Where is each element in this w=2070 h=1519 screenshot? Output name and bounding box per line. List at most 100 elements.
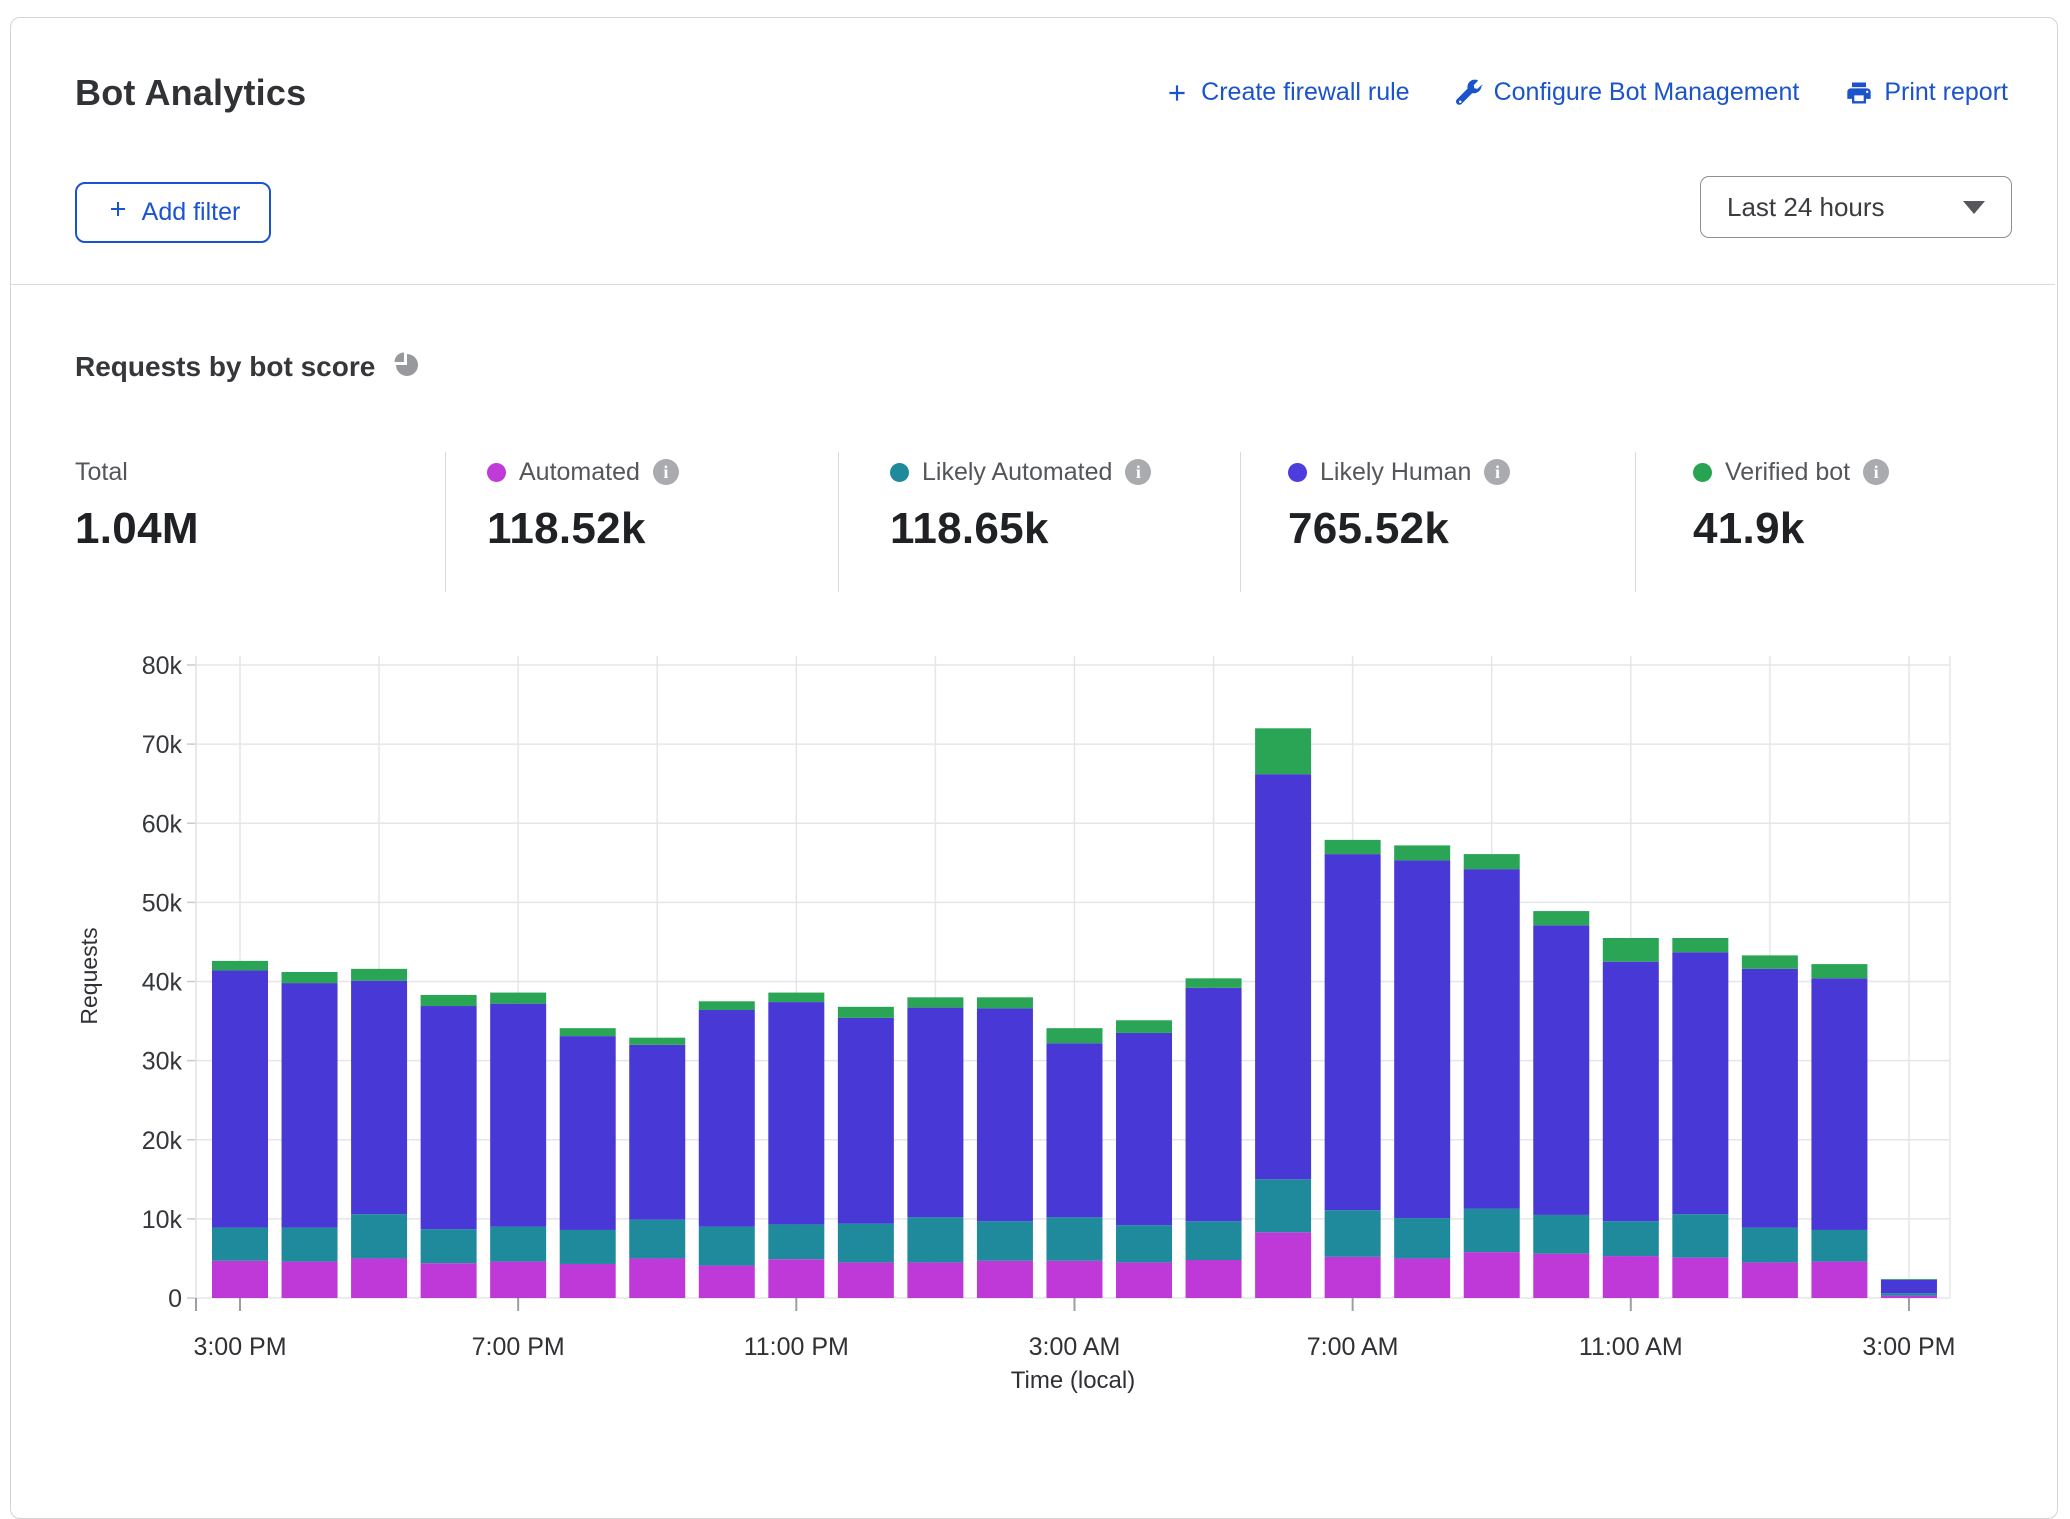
- bar-segment-automated-23[interactable]: [1811, 1262, 1867, 1298]
- bar-segment-likely-human-9[interactable]: [838, 1018, 894, 1224]
- bar-segment-automated-16[interactable]: [1325, 1257, 1381, 1298]
- bar-segment-likely-automated-19[interactable]: [1533, 1215, 1589, 1254]
- bar-segment-automated-6[interactable]: [629, 1258, 685, 1298]
- bar-segment-likely-human-7[interactable]: [699, 1010, 755, 1227]
- bar-segment-verified-bot-20[interactable]: [1603, 938, 1659, 962]
- bar-segment-likely-human-19[interactable]: [1533, 925, 1589, 1215]
- bar-segment-likely-automated-1[interactable]: [282, 1228, 338, 1262]
- bar-segment-verified-bot-23[interactable]: [1811, 964, 1867, 978]
- bar-segment-verified-bot-18[interactable]: [1464, 854, 1520, 869]
- bar-segment-likely-automated-15[interactable]: [1255, 1179, 1311, 1232]
- bar-segment-likely-human-1[interactable]: [282, 983, 338, 1227]
- bar-segment-likely-automated-3[interactable]: [421, 1229, 477, 1263]
- bar-segment-verified-bot-0[interactable]: [212, 961, 268, 970]
- bar-segment-verified-bot-13[interactable]: [1116, 1020, 1172, 1033]
- bar-segment-verified-bot-12[interactable]: [1046, 1028, 1102, 1043]
- bar-segment-likely-human-20[interactable]: [1603, 962, 1659, 1222]
- bar-segment-verified-bot-6[interactable]: [629, 1038, 685, 1045]
- bar-segment-verified-bot-4[interactable]: [490, 993, 546, 1004]
- bar-segment-likely-automated-10[interactable]: [907, 1217, 963, 1262]
- bar-segment-likely-automated-8[interactable]: [768, 1224, 824, 1259]
- bar-segment-likely-automated-13[interactable]: [1116, 1225, 1172, 1262]
- bar-segment-likely-automated-16[interactable]: [1325, 1210, 1381, 1257]
- bar-segment-automated-1[interactable]: [282, 1262, 338, 1298]
- bar-segment-likely-human-6[interactable]: [629, 1045, 685, 1220]
- bar-segment-automated-18[interactable]: [1464, 1252, 1520, 1298]
- bar-segment-verified-bot-8[interactable]: [768, 993, 824, 1002]
- bar-segment-likely-human-23[interactable]: [1811, 978, 1867, 1230]
- bar-segment-likely-human-17[interactable]: [1394, 860, 1450, 1218]
- bar-segment-likely-human-22[interactable]: [1742, 969, 1798, 1228]
- bar-segment-likely-automated-11[interactable]: [977, 1221, 1033, 1261]
- bar-segment-likely-automated-23[interactable]: [1811, 1230, 1867, 1262]
- bar-segment-verified-bot-21[interactable]: [1672, 938, 1728, 952]
- bar-segment-likely-human-18[interactable]: [1464, 869, 1520, 1208]
- bar-segment-likely-automated-17[interactable]: [1394, 1218, 1450, 1258]
- bar-segment-automated-11[interactable]: [977, 1261, 1033, 1298]
- bar-segment-likely-human-11[interactable]: [977, 1008, 1033, 1221]
- bar-segment-verified-bot-1[interactable]: [282, 972, 338, 983]
- bar-segment-automated-7[interactable]: [699, 1266, 755, 1298]
- bar-segment-automated-13[interactable]: [1116, 1262, 1172, 1298]
- bar-segment-likely-human-0[interactable]: [212, 970, 268, 1227]
- bar-segment-verified-bot-22[interactable]: [1742, 955, 1798, 968]
- bar-segment-likely-automated-0[interactable]: [212, 1228, 268, 1261]
- bar-segment-verified-bot-7[interactable]: [699, 1001, 755, 1010]
- bar-segment-verified-bot-19[interactable]: [1533, 911, 1589, 925]
- bar-segment-automated-5[interactable]: [560, 1264, 616, 1298]
- bar-segment-likely-automated-7[interactable]: [699, 1227, 755, 1266]
- bar-segment-automated-12[interactable]: [1046, 1261, 1102, 1298]
- bar-segment-verified-bot-17[interactable]: [1394, 845, 1450, 860]
- bar-segment-likely-human-12[interactable]: [1046, 1043, 1102, 1217]
- bar-segment-automated-24[interactable]: [1881, 1296, 1937, 1298]
- bar-segment-likely-automated-5[interactable]: [560, 1230, 616, 1264]
- bar-segment-automated-17[interactable]: [1394, 1258, 1450, 1298]
- bar-segment-likely-automated-22[interactable]: [1742, 1228, 1798, 1263]
- bar-segment-verified-bot-24[interactable]: [1881, 1279, 1937, 1280]
- bar-segment-automated-20[interactable]: [1603, 1256, 1659, 1298]
- bar-segment-automated-0[interactable]: [212, 1261, 268, 1298]
- bar-segment-likely-human-2[interactable]: [351, 981, 407, 1214]
- bar-segment-likely-automated-20[interactable]: [1603, 1221, 1659, 1256]
- bar-segment-automated-19[interactable]: [1533, 1254, 1589, 1298]
- bar-segment-likely-human-3[interactable]: [421, 1006, 477, 1229]
- bar-segment-verified-bot-14[interactable]: [1186, 978, 1242, 987]
- bar-segment-likely-automated-21[interactable]: [1672, 1214, 1728, 1258]
- bar-segment-likely-automated-2[interactable]: [351, 1214, 407, 1258]
- bar-segment-likely-human-13[interactable]: [1116, 1033, 1172, 1225]
- bar-segment-likely-human-24[interactable]: [1881, 1280, 1937, 1293]
- bar-segment-automated-2[interactable]: [351, 1258, 407, 1298]
- bar-segment-likely-human-5[interactable]: [560, 1036, 616, 1230]
- bar-segment-verified-bot-15[interactable]: [1255, 728, 1311, 774]
- bar-segment-likely-human-16[interactable]: [1325, 854, 1381, 1210]
- bar-segment-verified-bot-5[interactable]: [560, 1028, 616, 1036]
- bar-segment-automated-4[interactable]: [490, 1262, 546, 1298]
- bar-segment-automated-15[interactable]: [1255, 1232, 1311, 1298]
- bar-segment-automated-14[interactable]: [1186, 1260, 1242, 1298]
- bar-segment-likely-human-10[interactable]: [907, 1008, 963, 1218]
- bar-segment-verified-bot-11[interactable]: [977, 997, 1033, 1008]
- bar-segment-verified-bot-9[interactable]: [838, 1007, 894, 1018]
- bar-segment-likely-human-21[interactable]: [1672, 952, 1728, 1214]
- bar-segment-likely-human-4[interactable]: [490, 1004, 546, 1227]
- bar-segment-likely-automated-4[interactable]: [490, 1227, 546, 1262]
- bar-segment-verified-bot-16[interactable]: [1325, 840, 1381, 854]
- bar-segment-automated-10[interactable]: [907, 1262, 963, 1298]
- bar-segment-automated-8[interactable]: [768, 1259, 824, 1298]
- bar-segment-automated-9[interactable]: [838, 1262, 894, 1298]
- bar-segment-verified-bot-10[interactable]: [907, 997, 963, 1007]
- bar-segment-automated-22[interactable]: [1742, 1262, 1798, 1298]
- bar-segment-automated-3[interactable]: [421, 1263, 477, 1298]
- bar-segment-automated-21[interactable]: [1672, 1258, 1728, 1298]
- bar-segment-likely-automated-24[interactable]: [1881, 1293, 1937, 1295]
- bar-segment-verified-bot-2[interactable]: [351, 969, 407, 981]
- bar-segment-likely-human-15[interactable]: [1255, 774, 1311, 1179]
- bar-segment-likely-automated-14[interactable]: [1186, 1221, 1242, 1260]
- bar-segment-verified-bot-3[interactable]: [421, 995, 477, 1006]
- bar-segment-likely-automated-6[interactable]: [629, 1220, 685, 1259]
- bar-segment-likely-automated-12[interactable]: [1046, 1217, 1102, 1261]
- bar-segment-likely-human-14[interactable]: [1186, 988, 1242, 1221]
- bar-segment-likely-automated-18[interactable]: [1464, 1209, 1520, 1253]
- bar-segment-likely-human-8[interactable]: [768, 1002, 824, 1224]
- bar-segment-likely-automated-9[interactable]: [838, 1224, 894, 1263]
